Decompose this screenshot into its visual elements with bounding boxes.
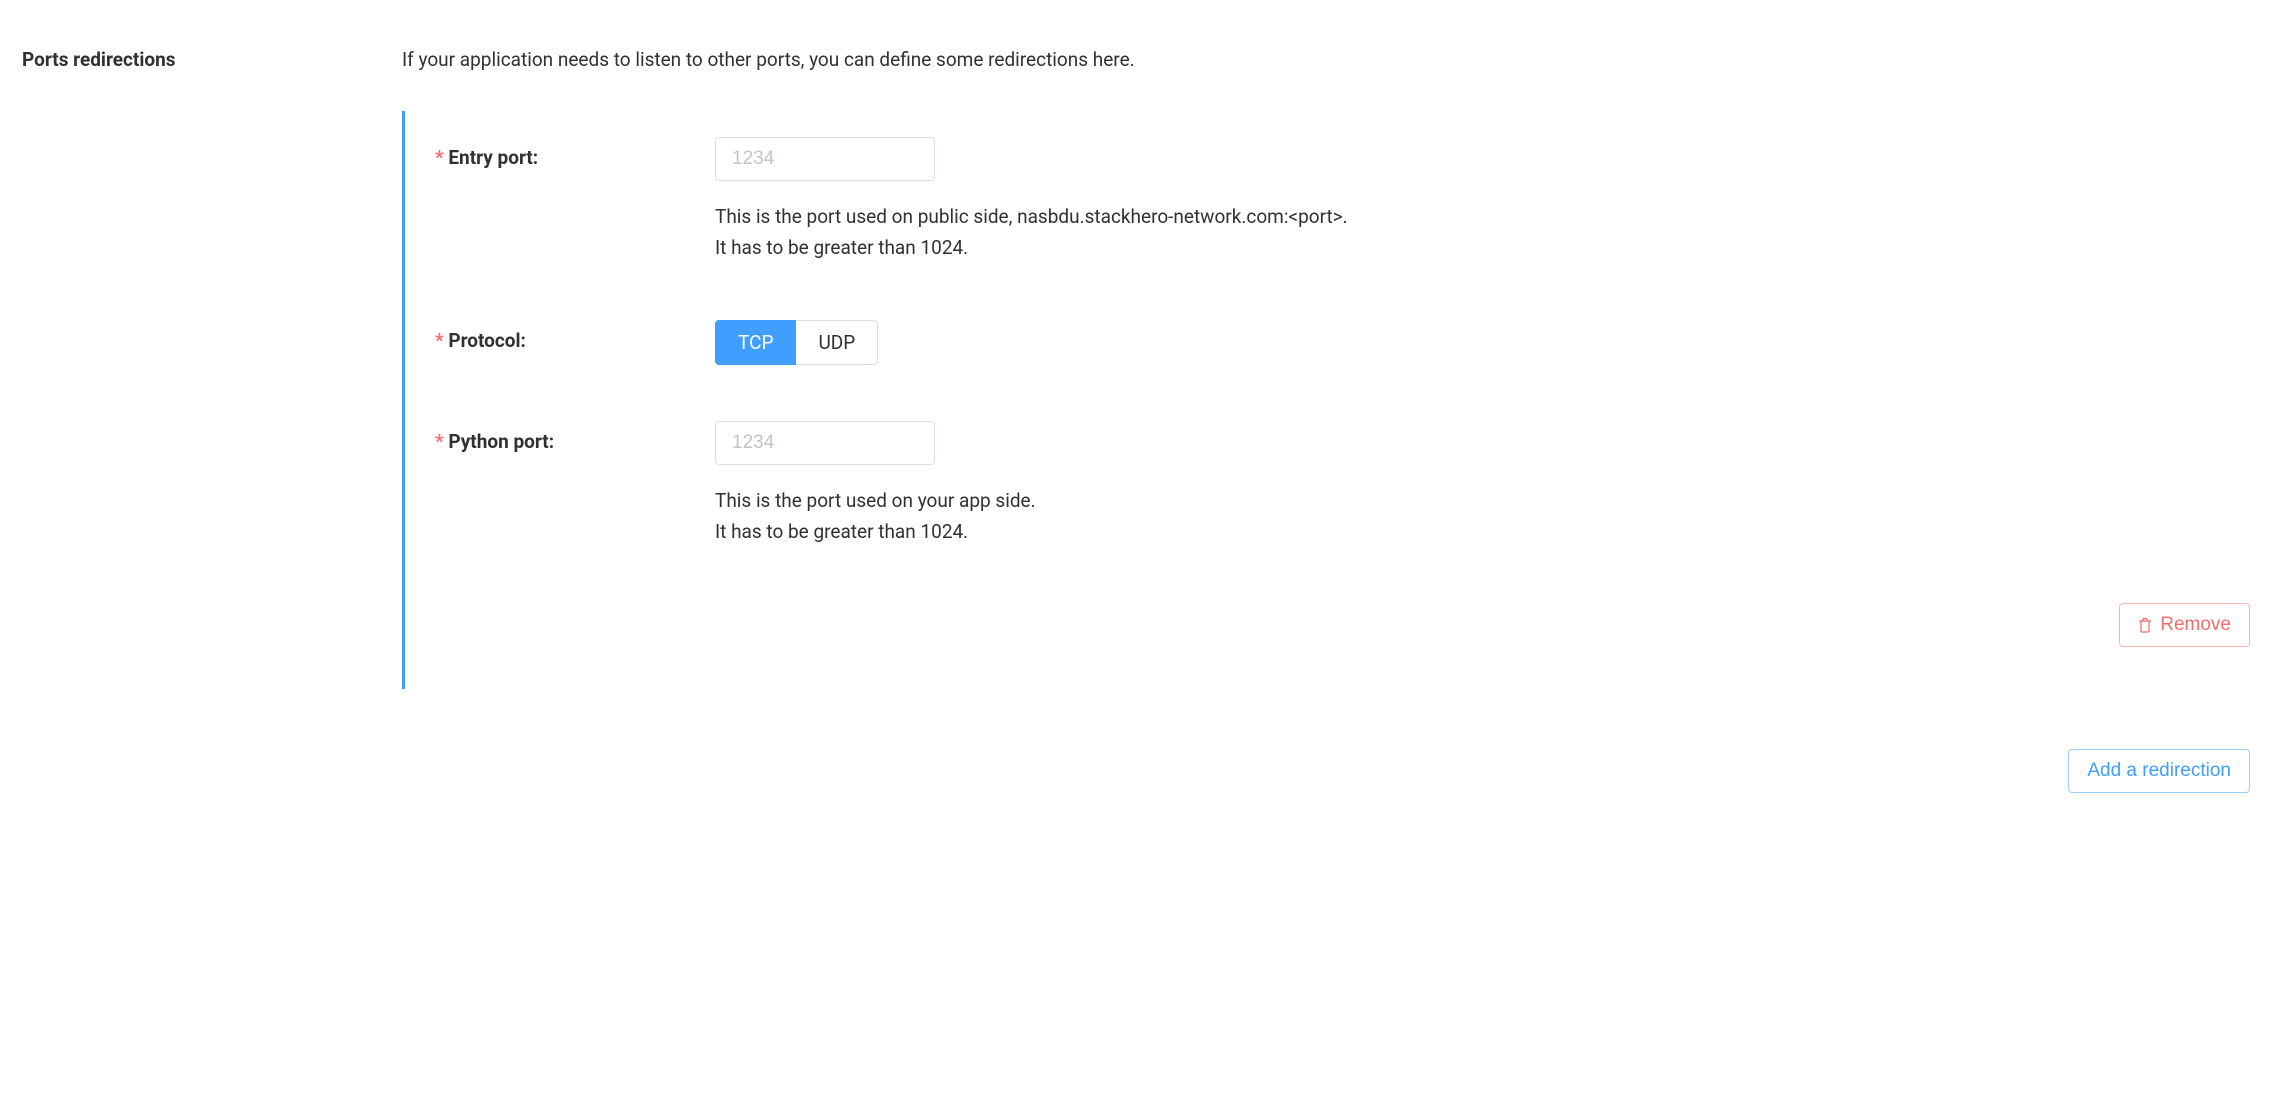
remove-button[interactable]: Remove [2119,603,2250,647]
redirection-form: Entry port: This is the port used on pub… [402,111,2250,689]
entry-port-hint-line1: This is the port used on public side, na… [715,201,2250,232]
remove-button-label: Remove [2160,614,2231,636]
entry-port-input[interactable] [715,137,935,181]
add-redirection-button[interactable]: Add a redirection [2068,749,2250,793]
add-button-row: Add a redirection [402,749,2250,793]
python-port-hint: This is the port used on your app side. … [715,485,2250,548]
protocol-label: Protocol: [435,320,715,352]
remove-button-row: Remove [435,603,2250,647]
protocol-option-udp[interactable]: UDP [796,320,878,365]
python-port-hint-line1: This is the port used on your app side. [715,485,2250,516]
add-redirection-button-label: Add a redirection [2087,760,2231,782]
protocol-option-tcp[interactable]: TCP [715,320,796,365]
entry-port-content: This is the port used on public side, na… [715,137,2250,264]
entry-port-label: Entry port: [435,137,715,169]
python-port-content: This is the port used on your app side. … [715,421,2250,548]
entry-port-row: Entry port: This is the port used on pub… [435,137,2250,264]
section-title: Ports redirections [22,48,402,71]
python-port-input[interactable] [715,421,935,465]
ports-redirections-section: Ports redirections If your application n… [22,48,2250,793]
python-port-row: Python port: This is the port used on yo… [435,421,2250,548]
trash-icon [2138,617,2152,633]
section-description: If your application needs to listen to o… [402,48,2250,71]
protocol-row: Protocol: TCP UDP [435,320,2250,365]
entry-port-hint: This is the port used on public side, na… [715,201,2250,264]
python-port-label: Python port: [435,421,715,453]
section-body: If your application needs to listen to o… [402,48,2250,793]
python-port-hint-line2: It has to be greater than 1024. [715,516,2250,547]
entry-port-hint-line2: It has to be greater than 1024. [715,232,2250,263]
protocol-radio-group: TCP UDP [715,320,878,365]
protocol-content: TCP UDP [715,320,2250,365]
